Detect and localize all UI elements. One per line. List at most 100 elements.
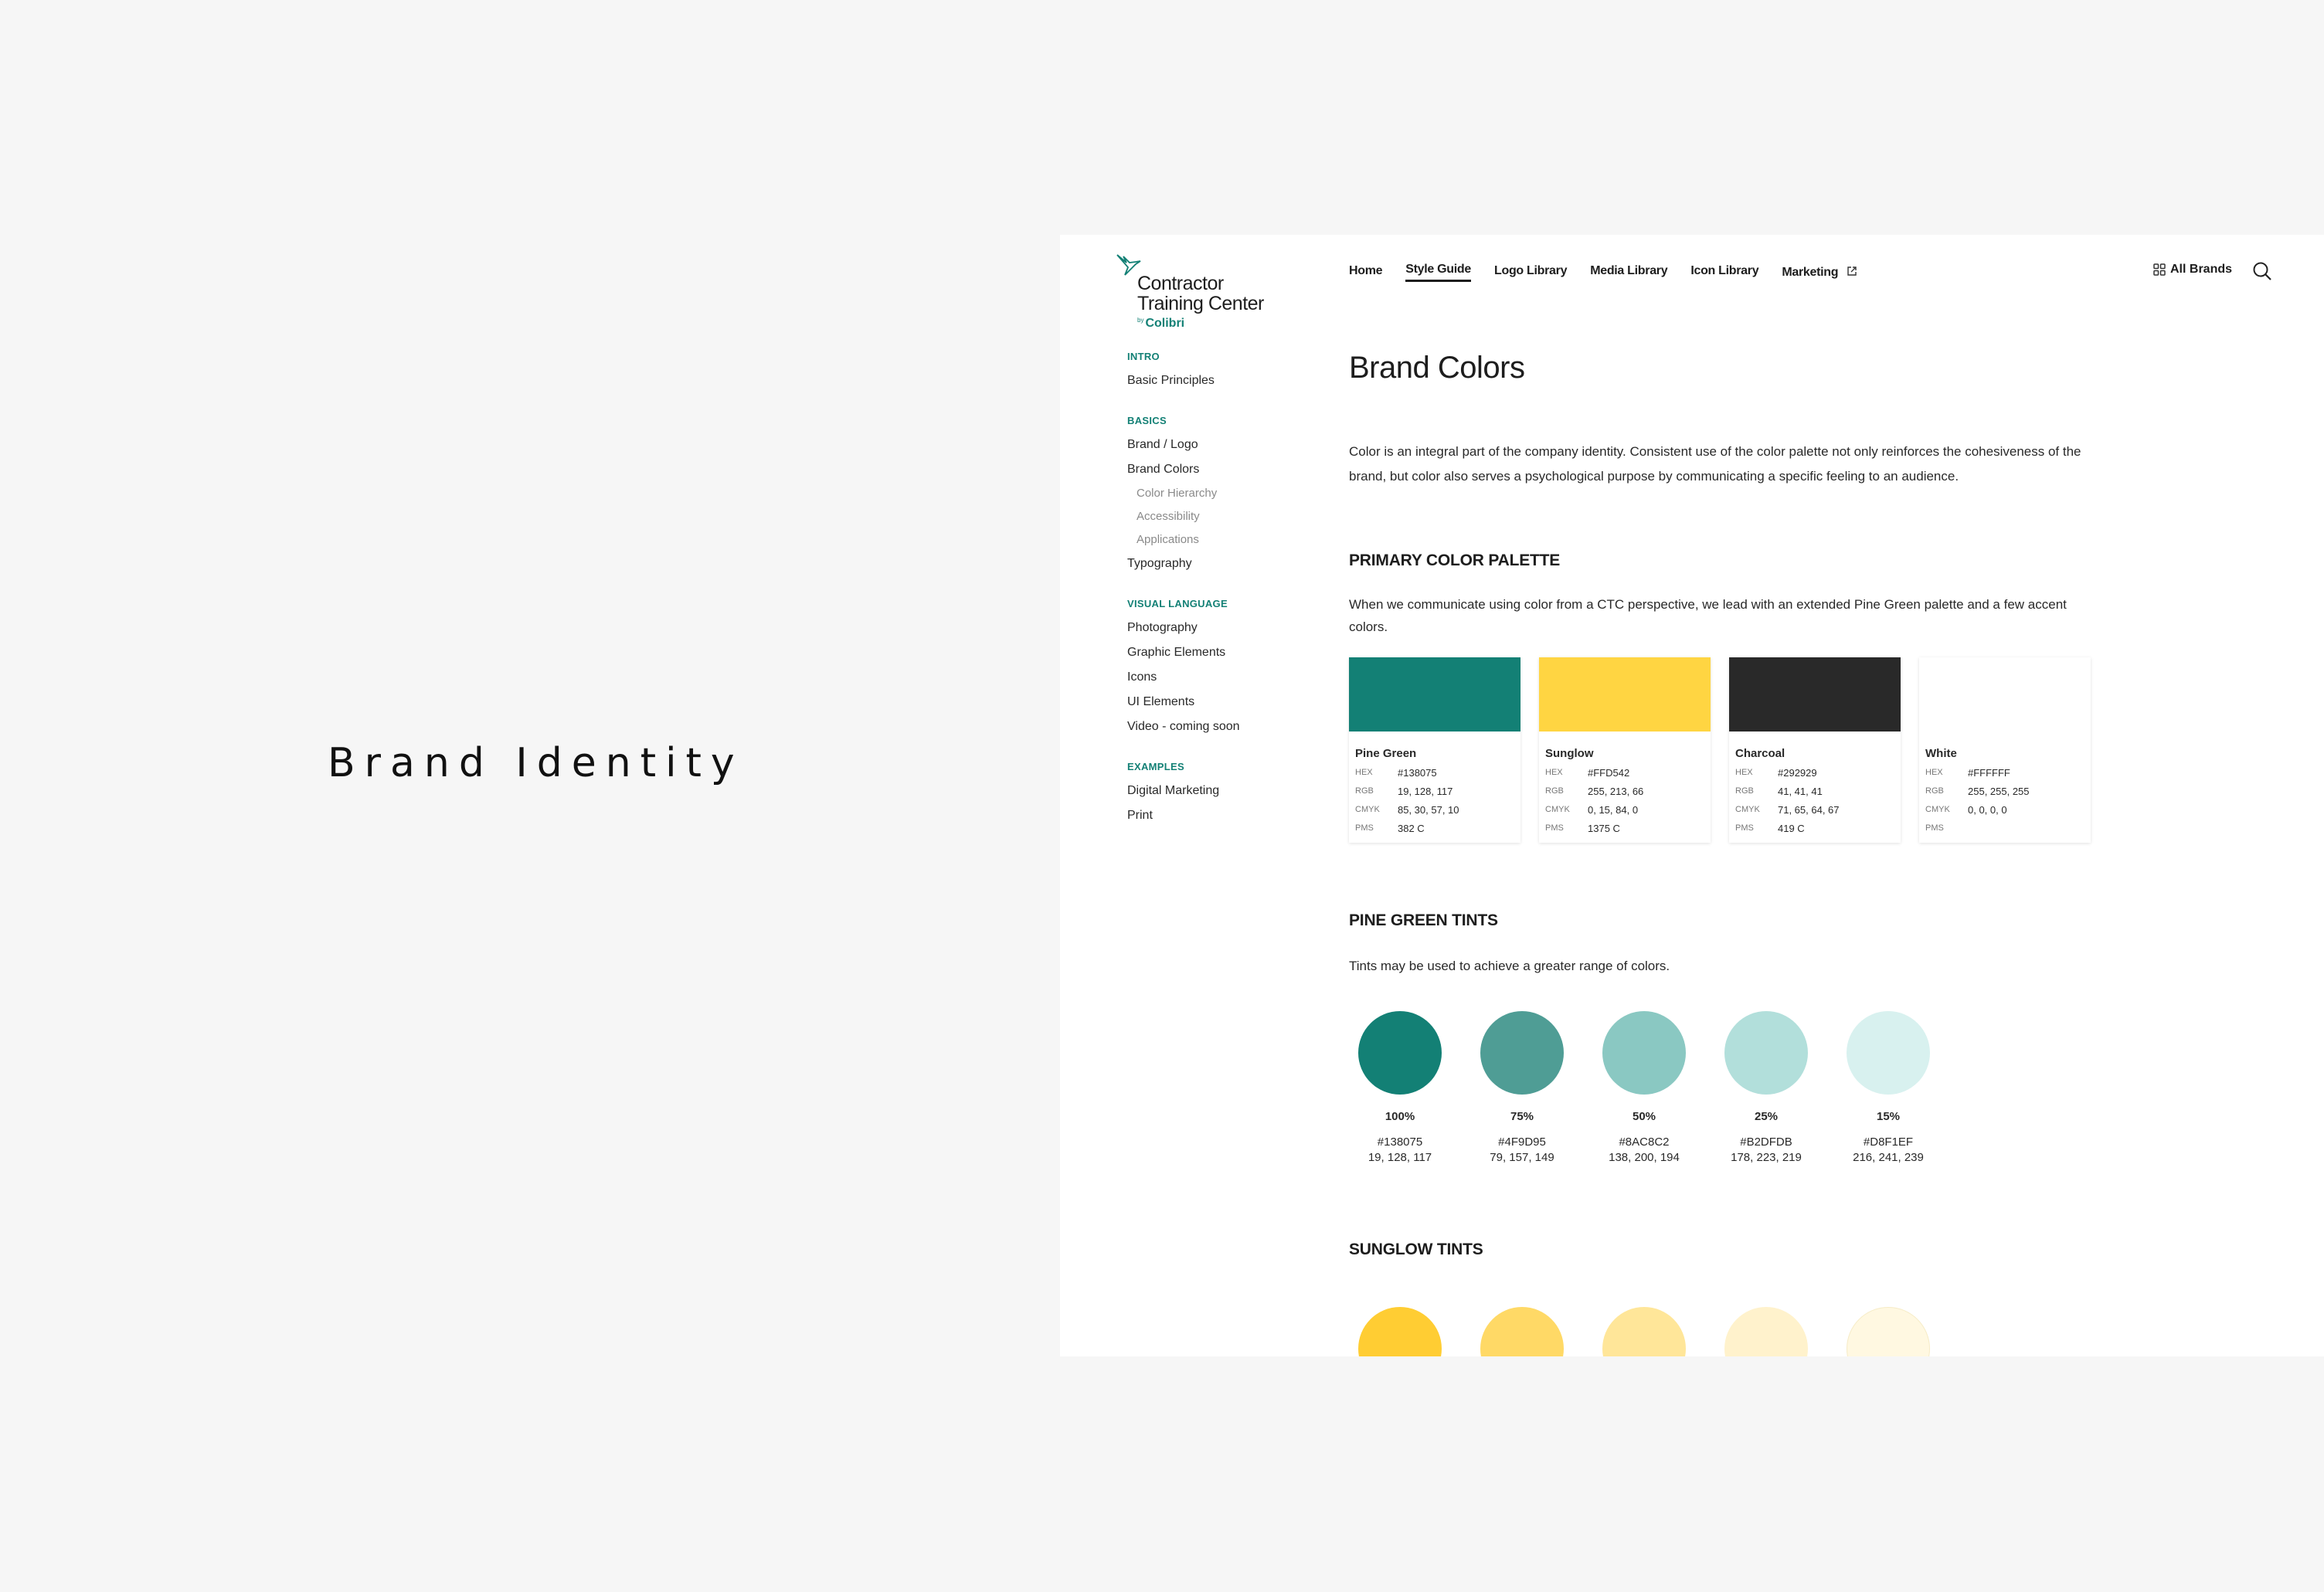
pine-tints-text: Tints may be used to achieve a greater r…	[1349, 959, 1670, 973]
color-card-white: White HEX #FFFFFF RGB 255, 255, 255 CMYK 0,…	[1919, 657, 2091, 843]
sidebar-item-icons[interactable]: Icons	[1127, 665, 1328, 690]
spec-hex: #FFD542	[1588, 766, 1630, 779]
tint-rgb: 19, 128, 117	[1368, 1151, 1432, 1164]
page-title: Brand Colors	[1349, 351, 1525, 385]
sunglow-tints-heading: SUNGLOW TINTS	[1349, 1241, 1483, 1258]
spec-label: PMS	[1355, 823, 1374, 833]
spec-label: PMS	[1545, 823, 1564, 833]
spec-rgb: 255, 213, 66	[1588, 785, 1644, 797]
sidebar-section-basics: BASICS	[1127, 415, 1167, 426]
sidebar-item-video[interactable]: Video - coming soon	[1127, 715, 1328, 739]
color-card-pine-green: Pine Green HEX #138075 RGB 19, 128, 117 CM…	[1349, 657, 1520, 843]
all-brands-button[interactable]: All Brands	[2153, 263, 2232, 277]
ctc-logo[interactable]: Contractor Training Center by Colibri	[1116, 252, 1293, 330]
tint-hex: #138075	[1377, 1135, 1423, 1149]
tint-15: 15% #D8F1EF 216, 241, 239	[1847, 1011, 1930, 1164]
sidebar-section-intro: INTRO	[1127, 351, 1160, 362]
spec-label: CMYK	[1545, 805, 1570, 814]
sidebar-subitem-accessibility[interactable]: Accessibility	[1127, 505, 1328, 528]
primary-palette-heading: PRIMARY COLOR PALETTE	[1349, 552, 1561, 569]
tint-percent: 25%	[1754, 1110, 1779, 1123]
intro-paragraph: Color is an integral part of the company…	[1349, 444, 2081, 484]
spec-cmyk: 71, 65, 64, 67	[1778, 803, 1840, 816]
tint-100: 100% #138075 19, 128, 117	[1358, 1011, 1442, 1164]
spec-rgb: 19, 128, 117	[1398, 785, 1453, 797]
color-swatch	[1919, 657, 2091, 732]
spec-pms: 382 C	[1398, 822, 1425, 834]
color-swatch	[1349, 657, 1520, 732]
tint-circle	[1480, 1307, 1564, 1356]
spec-label: RGB	[1545, 786, 1564, 796]
logo-line-1: Contractor	[1137, 273, 1224, 294]
nav-logo-library[interactable]: Logo Library	[1494, 264, 1567, 281]
color-name: Charcoal	[1735, 747, 1785, 760]
spec-rgb: 41, 41, 41	[1778, 785, 1823, 797]
primary-palette-text: When we communicate using color from a C…	[1349, 597, 2067, 634]
sunglow-tint	[1358, 1307, 1442, 1356]
sidebar-subitem-color-hierarchy[interactable]: Color Hierarchy	[1127, 482, 1328, 505]
top-nav: Home Style Guide Logo Library Media Libr…	[1349, 263, 1857, 282]
search-icon[interactable]	[2252, 261, 2272, 281]
color-card-charcoal: Charcoal HEX #292929 RGB 41, 41, 41 CMYK 71…	[1729, 657, 1901, 843]
spec-label: CMYK	[1355, 805, 1380, 814]
style-guide-page: Contractor Training Center by Colibri Hom…	[1060, 235, 2324, 1356]
color-specs: HEX #FFD542 RGB 255, 213, 66 CMYK 0, 15, 84…	[1545, 763, 1643, 837]
nav-style-guide[interactable]: Style Guide	[1405, 263, 1471, 282]
sidebar-item-digital-marketing[interactable]: Digital Marketing	[1127, 779, 1328, 803]
color-swatch	[1729, 657, 1901, 732]
logo-byline: by Colibri	[1137, 317, 1185, 330]
pine-tints-heading: PINE GREEN TINTS	[1349, 911, 1498, 929]
tint-hex: #B2DFDB	[1740, 1135, 1792, 1149]
spec-label: CMYK	[1735, 805, 1760, 814]
color-name: Pine Green	[1355, 747, 1417, 760]
external-link-icon	[1847, 266, 1857, 276]
nav-marketing-wrap[interactable]: Marketing	[1782, 266, 1857, 280]
spec-label: PMS	[1735, 823, 1754, 833]
sunglow-tint	[1724, 1307, 1808, 1356]
spec-label: HEX	[1355, 768, 1373, 777]
nav-home[interactable]: Home	[1349, 264, 1383, 281]
sunglow-tint	[1847, 1307, 1930, 1356]
tint-rgb: 216, 241, 239	[1853, 1151, 1924, 1164]
tint-hex: #D8F1EF	[1863, 1135, 1914, 1149]
tint-percent: 15%	[1876, 1110, 1901, 1123]
all-brands-label: All Brands	[2170, 263, 2233, 276]
spec-hex: #292929	[1778, 766, 1817, 779]
sidebar-item-basic-principles[interactable]: Basic Principles	[1127, 368, 1328, 393]
sunglow-tint	[1480, 1307, 1564, 1356]
spec-cmyk: 0, 0, 0, 0	[1968, 803, 2007, 816]
nav-icon-library[interactable]: Icon Library	[1690, 264, 1758, 281]
spec-label: RGB	[1355, 786, 1374, 796]
sidebar-item-typography[interactable]: Typography	[1127, 552, 1328, 576]
color-swatch	[1539, 657, 1711, 732]
spec-pms: 1375 C	[1588, 822, 1620, 834]
color-name: Sunglow	[1545, 747, 1594, 760]
spec-pms	[1968, 819, 2030, 837]
sidebar-item-photography[interactable]: Photography	[1127, 616, 1328, 640]
sidebar-subitem-applications[interactable]: Applications	[1127, 528, 1328, 552]
sidebar-item-graphic-elements[interactable]: Graphic Elements	[1127, 640, 1328, 665]
nav-media-library[interactable]: Media Library	[1590, 264, 1667, 281]
sidebar-item-print[interactable]: Print	[1127, 803, 1328, 828]
tint-25: 25% #B2DFDB 178, 223, 219	[1724, 1011, 1808, 1164]
tint-circle	[1358, 1307, 1442, 1356]
sidebar-item-brand-colors[interactable]: Brand Colors	[1127, 457, 1328, 482]
logo-line-2: Training Center	[1137, 293, 1264, 314]
color-card-sunglow: Sunglow HEX #FFD542 RGB 255, 213, 66 CMYK 0…	[1539, 657, 1711, 843]
spec-label: CMYK	[1925, 805, 1950, 814]
tint-percent: 100%	[1385, 1110, 1415, 1123]
sunglow-tint	[1602, 1307, 1686, 1356]
grid-icon	[2153, 263, 2166, 276]
sidebar: INTRO Basic Principles BASICS Brand / Lo…	[1127, 351, 1328, 828]
tint-circle	[1602, 1011, 1686, 1095]
tint-percent: 50%	[1632, 1110, 1656, 1123]
sidebar-item-brand-logo[interactable]: Brand / Logo	[1127, 433, 1328, 457]
sidebar-section-visual-language: VISUAL LANGUAGE	[1127, 598, 1228, 609]
sidebar-item-ui-elements[interactable]: UI Elements	[1127, 690, 1328, 715]
nav-marketing[interactable]: Marketing	[1782, 266, 1838, 282]
spec-label: PMS	[1925, 823, 1944, 833]
spec-rgb: 255, 255, 255	[1968, 785, 2030, 797]
color-specs: HEX #138075 RGB 19, 128, 117 CMYK 85, 30, 5…	[1355, 763, 1459, 837]
tint-circle	[1724, 1011, 1808, 1095]
spec-hex: #FFFFFF	[1968, 766, 2010, 779]
